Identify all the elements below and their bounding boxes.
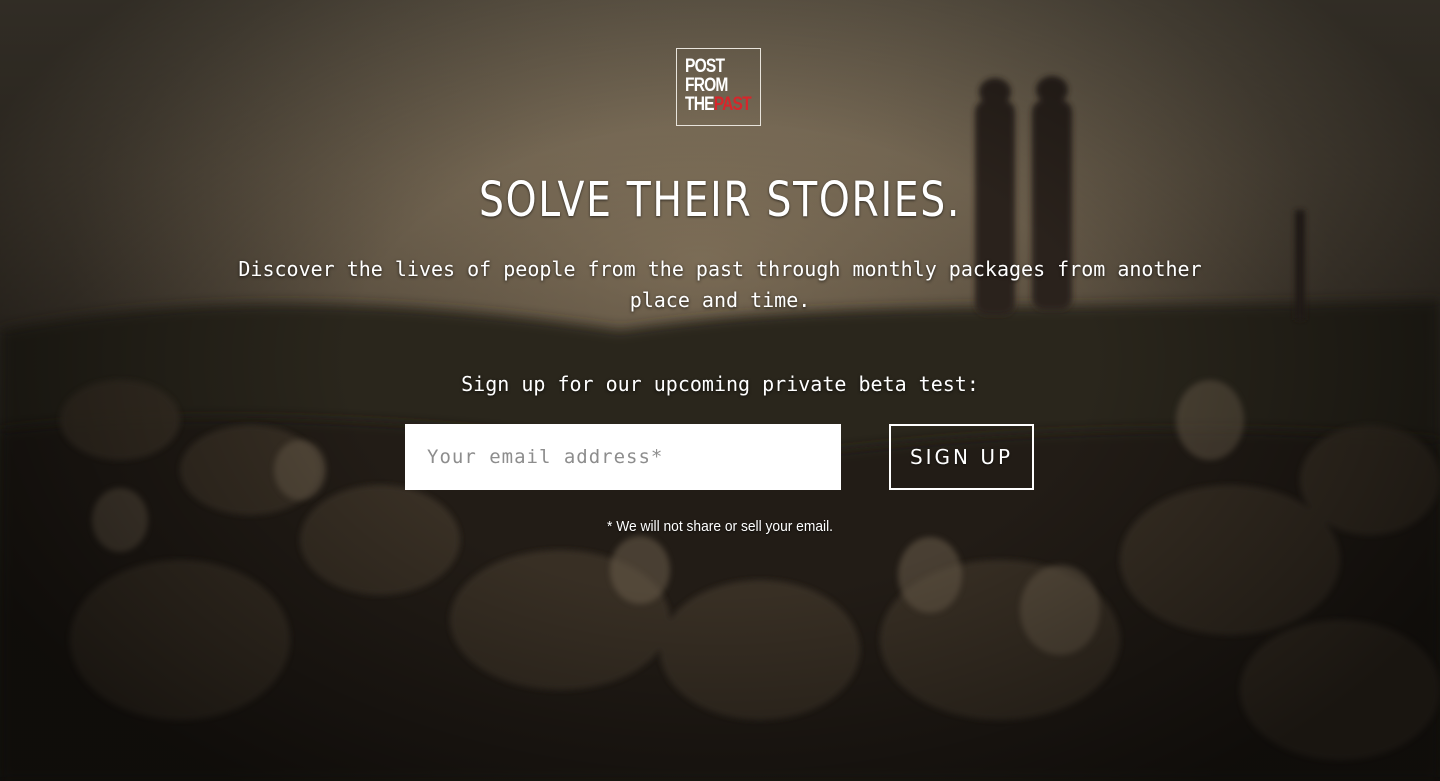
logo-line-3: THEPAST <box>685 94 752 115</box>
signup-prompt: Sign up for our upcoming private beta te… <box>461 372 979 396</box>
logo-word-past: PAST <box>713 94 752 115</box>
privacy-disclaimer: * We will not share or sell your email. <box>606 518 834 535</box>
logo[interactable]: POST FROM THEPAST <box>676 48 761 126</box>
page-headline: SOLVE THEIR STORIES. <box>479 172 961 228</box>
hero-content: POST FROM THEPAST SOLVE THEIR STORIES. D… <box>0 0 1440 781</box>
sign-up-button[interactable]: SIGN UP <box>889 424 1034 490</box>
logo-word-the: THE <box>685 94 715 115</box>
hero-description: Discover the lives of people from the pa… <box>238 257 1202 312</box>
email-field[interactable] <box>405 424 841 490</box>
logo-line-1: POST <box>685 56 725 77</box>
landing-page: POST FROM THEPAST SOLVE THEIR STORIES. D… <box>0 0 1440 781</box>
logo-line-2: FROM <box>685 75 728 96</box>
